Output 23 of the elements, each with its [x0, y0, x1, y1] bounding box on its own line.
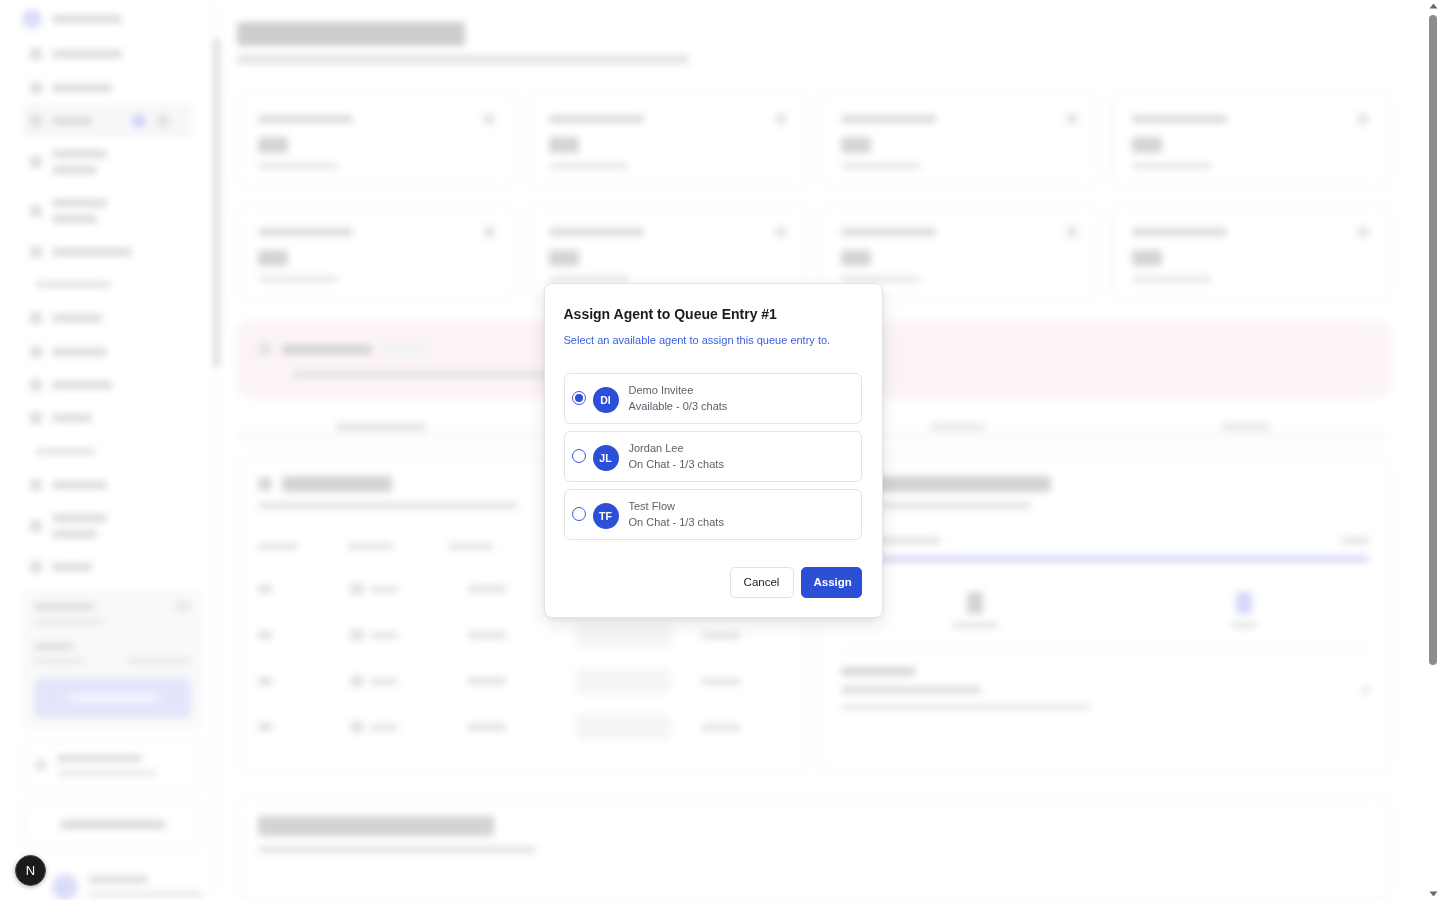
assign-button[interactable]: Assign	[800, 566, 862, 598]
radio-button[interactable]	[571, 507, 586, 521]
agent-status: On Chat - 1/3 chats	[628, 515, 724, 530]
radio-button[interactable]	[571, 449, 586, 463]
dev-tools-button[interactable]: N	[15, 855, 46, 886]
agent-avatar: JL	[592, 444, 619, 471]
agent-name: Jordan Lee	[628, 441, 685, 456]
dialog-description: Select an available agent to assign this queue entry to.	[563, 332, 832, 347]
scroll-down-arrow-icon[interactable]	[1428, 891, 1438, 897]
agent-name: Demo Invitee	[628, 383, 695, 398]
agent-status: Available - 0/3 chats	[628, 399, 728, 414]
radio-button[interactable]	[571, 391, 586, 405]
agent-option[interactable]: TF Test Flow On Chat - 1/3 chats	[563, 488, 862, 540]
cancel-button[interactable]: Cancel	[729, 566, 794, 598]
agent-option[interactable]: DI Demo Invitee Available - 0/3 chats	[563, 372, 862, 424]
scroll-up-arrow-icon[interactable]	[1428, 3, 1438, 9]
agent-avatar: TF	[592, 502, 619, 529]
dialog-title: Assign Agent to Queue Entry #1	[563, 304, 778, 323]
agent-status: On Chat - 1/3 chats	[628, 457, 724, 472]
agent-option[interactable]: JL Jordan Lee On Chat - 1/3 chats	[563, 430, 862, 482]
scrollbar-thumb[interactable]	[1429, 15, 1437, 665]
agent-avatar: DI	[592, 386, 619, 413]
agent-name: Test Flow	[628, 499, 676, 514]
